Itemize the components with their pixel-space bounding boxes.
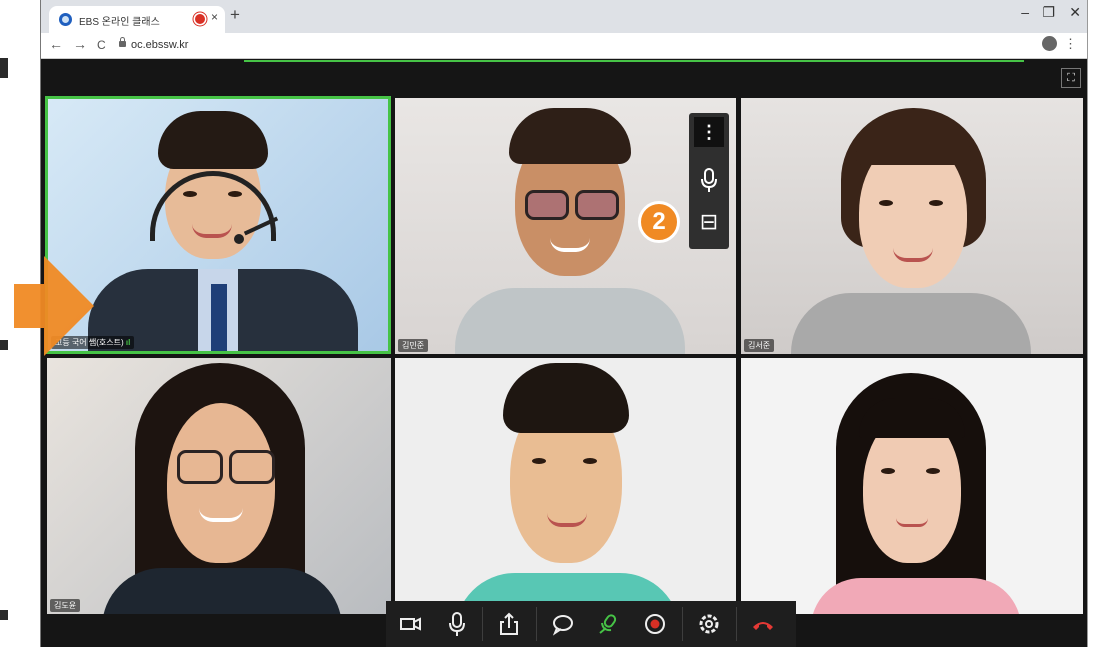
record-button[interactable]	[640, 609, 670, 639]
lock-icon	[119, 37, 126, 47]
forward-button[interactable]: →	[73, 36, 87, 52]
more-icon: ⋮	[700, 122, 718, 142]
new-tab-button[interactable]: +	[230, 5, 240, 25]
leave-call-icon	[753, 622, 773, 630]
share-icon	[500, 612, 518, 635]
url-field[interactable]: oc.ebssw.kr	[131, 39, 188, 51]
more-options-button[interactable]: ⋮	[694, 117, 724, 147]
fullscreen-button[interactable]: ⛶	[1061, 68, 1081, 88]
active-speaker-bar	[244, 60, 1024, 62]
chat-button[interactable]	[548, 609, 578, 639]
participant-name: 김도윤	[50, 599, 81, 612]
participant-name: 김민준	[398, 339, 429, 352]
microphone-icon	[701, 168, 717, 192]
minimize-icon: ⊟	[699, 209, 719, 234]
step-number-badge: 2	[638, 201, 680, 243]
fullscreen-icon: ⛶	[1067, 72, 1075, 84]
pointer-arrow-icon	[14, 256, 94, 356]
video-tile-6[interactable]	[741, 358, 1083, 614]
share-screen-button[interactable]	[494, 609, 524, 639]
settings-button[interactable]	[694, 609, 724, 639]
leave-call-button[interactable]	[748, 609, 778, 639]
minimize-button[interactable]: –	[1021, 4, 1029, 20]
participant-name: 김서준	[744, 339, 775, 352]
tab-bar: EBS 온라인 클래스 × + – ❐ ✕	[41, 0, 1087, 33]
browser-menu-button[interactable]: ⋮	[1064, 36, 1077, 52]
reload-button[interactable]: C	[97, 38, 106, 52]
address-bar: ← → C oc.ebssw.kr ⋮	[41, 33, 1087, 59]
microphone-icon	[449, 612, 465, 636]
tile-control-menu: ⋮ ⊟	[689, 113, 729, 249]
chat-icon	[552, 615, 573, 636]
back-button[interactable]: ←	[49, 36, 63, 52]
profile-icon[interactable]	[1042, 36, 1057, 51]
record-icon	[645, 614, 665, 634]
minimize-tile-button[interactable]: ⊟	[694, 207, 724, 237]
audio-level-icon: ıl	[125, 338, 131, 347]
camera-icon	[400, 617, 421, 631]
recording-indicator-icon	[195, 14, 205, 24]
participant-audio-button[interactable]	[594, 609, 624, 639]
ebs-logo-icon	[59, 13, 72, 26]
video-tile-4[interactable]: 김도윤	[47, 358, 391, 614]
mic-button[interactable]	[442, 609, 472, 639]
video-tile-host[interactable]: 고등 국어 쌤(호스트) ıl	[45, 96, 391, 354]
participants-mic-icon	[599, 614, 617, 634]
close-window-button[interactable]: ✕	[1069, 4, 1081, 21]
tab-close-button[interactable]: ×	[211, 10, 218, 24]
video-tile-3[interactable]: 김서준	[741, 98, 1083, 354]
browser-tab[interactable]: EBS 온라인 클래스 ×	[49, 6, 225, 33]
camera-button[interactable]	[396, 609, 426, 639]
browser-window: EBS 온라인 클래스 × + – ❐ ✕ ← → C oc.ebssw.kr …	[40, 0, 1088, 647]
restore-button[interactable]: ❐	[1042, 4, 1055, 21]
video-tile-2[interactable]: 김민준	[395, 98, 736, 354]
video-tile-5[interactable]	[395, 358, 736, 614]
tab-title: EBS 온라인 클래스	[79, 17, 160, 28]
mute-participant-button[interactable]	[694, 165, 724, 195]
settings-icon	[699, 614, 719, 634]
meeting-toolbar	[386, 601, 796, 647]
